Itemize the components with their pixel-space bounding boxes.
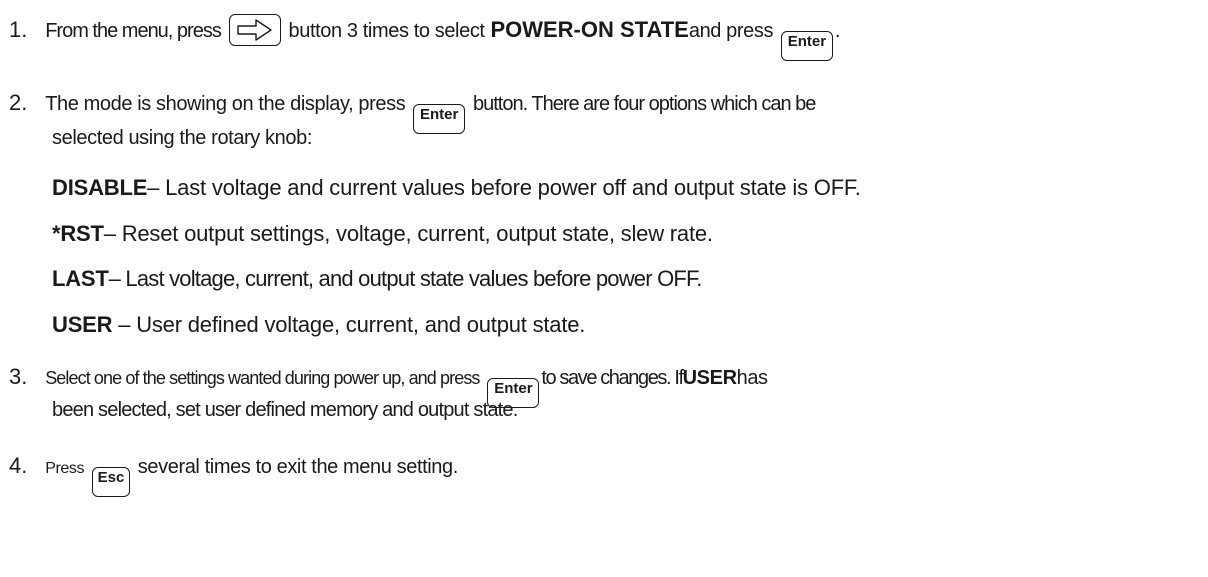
step-4-number: 4. <box>9 453 28 478</box>
manual-page: 1. From the menu, press button 3 times t… <box>0 0 1208 577</box>
step-1-number: 1. <box>9 17 28 42</box>
step-2-number: 2. <box>9 90 28 115</box>
option-name: *RST <box>52 221 104 246</box>
step-3-continuation: been selected, set user defined memory a… <box>52 399 518 421</box>
step-1-text-b: button 3 times to select <box>288 20 485 42</box>
step-3-text-b: to save changes. If <box>541 367 684 389</box>
option-description: – Last voltage and current values before… <box>147 175 861 200</box>
step-1-text-c: and press <box>688 20 774 42</box>
step-3-text-c: has <box>736 367 768 389</box>
step-1-text-a: From the menu, press <box>45 20 222 42</box>
step-3-text-a: Select one of the settings wanted during… <box>45 368 480 388</box>
step-2-text-b: button. There are four options which can… <box>473 93 816 115</box>
option-name: USER <box>52 312 113 337</box>
option-last: LAST– Last voltage, current, and output … <box>52 265 702 293</box>
option-user: USER – User defined voltage, current, an… <box>52 311 585 339</box>
option-disable: DISABLE– Last voltage and current values… <box>52 174 861 202</box>
step-4-text-a: Press <box>45 460 85 477</box>
step-4-text-b: several times to exit the menu setting. <box>137 456 459 478</box>
enter-key-icon: Enter <box>780 31 833 61</box>
step-3-number: 3. <box>9 364 28 389</box>
option-description: – Last voltage, current, and output stat… <box>108 266 703 291</box>
option-name: DISABLE <box>52 175 148 200</box>
step-1: 1. From the menu, press button 3 times t… <box>9 14 841 61</box>
step-3-bold: USER <box>682 367 737 389</box>
option-description: – Reset output settings, voltage, curren… <box>103 221 713 246</box>
enter-key-icon: Enter <box>413 104 466 134</box>
esc-key-icon: Esc <box>91 467 130 497</box>
option-description: – User defined voltage, current, and out… <box>112 312 586 337</box>
option-name: LAST <box>52 266 109 291</box>
step-1-text-d: . <box>834 20 841 42</box>
right-arrow-key-icon <box>228 14 281 46</box>
step-2-continuation: selected using the rotary knob: <box>52 127 312 149</box>
step-2-text-a: The mode is showing on the display, pres… <box>45 93 406 115</box>
step-4: 4. Press Esc several times to exit the m… <box>9 452 458 497</box>
option-rst: *RST– Reset output settings, voltage, cu… <box>52 220 713 248</box>
step-1-bold: POWER-ON STATE <box>490 17 689 42</box>
